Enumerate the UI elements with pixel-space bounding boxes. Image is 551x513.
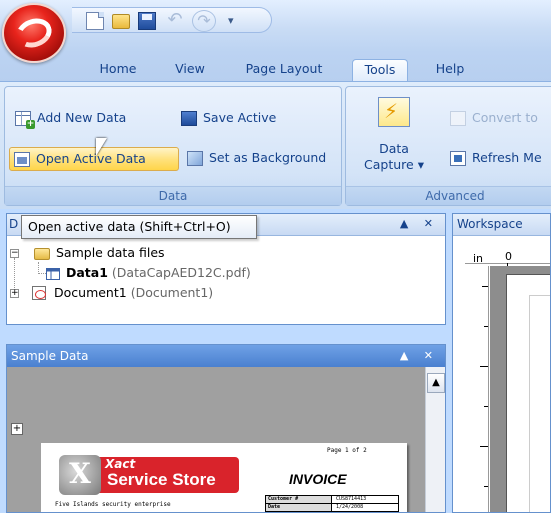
ruler-zero-label: 0 — [505, 250, 512, 263]
tree-item-document1[interactable]: Document1 (Document1) — [54, 284, 213, 302]
save-active-icon — [181, 111, 197, 126]
vertical-scrollbar[interactable]: ▲ — [425, 367, 445, 512]
document-page[interactable] — [506, 274, 550, 512]
table-icon — [46, 268, 60, 280]
sample-data-pane: Sample Data ▲ ✕ + X Xact Service Store P… — [6, 344, 446, 513]
invoice-tagline: Five Islands security enterprise — [55, 501, 171, 508]
background-icon — [187, 151, 203, 166]
tree-item-detail: (Document1) — [130, 285, 214, 300]
convert-to-label: Convert to — [472, 110, 538, 125]
new-document-icon[interactable] — [86, 12, 104, 30]
pane-title: Workspace — [453, 214, 550, 236]
pane-controls[interactable]: ▲ ✕ — [400, 345, 439, 367]
ruler-tick — [484, 326, 488, 327]
workspace-pane: Workspace in 0 — [452, 213, 551, 513]
tree-item-label: Document1 — [54, 285, 127, 300]
expand-icon[interactable]: + — [11, 423, 23, 435]
save-active-button[interactable]: Save Active — [177, 107, 276, 131]
vertical-ruler — [465, 266, 489, 512]
add-table-icon: + — [15, 111, 35, 129]
convert-icon — [450, 111, 466, 126]
tooltip: Open active data (Shift+Ctrl+O) — [21, 215, 257, 239]
tree-connector — [38, 262, 46, 274]
tree-item-detail: (DataCapAED12C.pdf) — [111, 265, 251, 280]
lightning-icon — [378, 97, 410, 127]
refresh-icon — [450, 151, 466, 166]
ruler-unit: in — [473, 252, 484, 265]
set-as-background-label: Set as Background — [209, 150, 327, 165]
undo-icon[interactable]: ↶ — [166, 11, 184, 30]
app-logo-icon — [12, 13, 56, 53]
page-margin — [529, 295, 550, 512]
tab-tools[interactable]: Tools — [352, 59, 408, 82]
open-active-data-label: Open Active Data — [36, 151, 146, 166]
x-logo-icon: X — [59, 455, 101, 495]
add-new-data-button[interactable]: + Add New Data — [11, 107, 126, 131]
pane-title: D — [9, 217, 19, 231]
ruler-tick — [484, 486, 488, 487]
ribbon-group-advanced: Data Capture ▾ Convert to Refresh Me Adv… — [345, 86, 551, 206]
expand-toggle-icon[interactable]: + — [10, 289, 19, 298]
invoice-preview: X Xact Service Store Page 1 of 2 INVOICE… — [41, 443, 407, 512]
document-icon — [32, 286, 46, 300]
invoice-page-number: Page 1 of 2 — [327, 447, 367, 454]
scroll-up-arrow-icon[interactable]: ▲ — [427, 373, 445, 393]
quick-access-toolbar: ↶ ↷ ▾ — [72, 7, 272, 33]
table-value: 1/24/2008 — [336, 504, 364, 510]
table-value: CUS8714413 — [336, 496, 367, 502]
ribbon-group-data: + Add New Data Save Active Open Active D… — [4, 86, 342, 206]
refresh-label: Refresh Me — [472, 150, 542, 165]
save-active-label: Save Active — [203, 110, 277, 125]
invoice-title: INVOICE — [289, 471, 347, 487]
tab-home[interactable]: Home — [92, 59, 144, 82]
ribbon: + Add New Data Save Active Open Active D… — [0, 81, 551, 209]
data-capture-label: Data — [379, 141, 409, 156]
application-menu-button[interactable] — [2, 3, 66, 63]
save-icon[interactable] — [138, 12, 156, 30]
tab-help[interactable]: Help — [428, 59, 472, 82]
customize-dropdown-icon[interactable]: ▾ — [228, 12, 246, 30]
ruler-tick — [480, 446, 488, 447]
pane-header: Sample Data ▲ ✕ — [7, 345, 445, 367]
add-new-data-label: Add New Data — [37, 110, 127, 125]
open-folder-icon[interactable] — [112, 14, 130, 29]
set-as-background-button[interactable]: Set as Background — [183, 147, 326, 171]
refresh-button[interactable]: Refresh Me — [446, 147, 542, 171]
ruler-tick — [484, 406, 488, 407]
tab-view[interactable]: View — [168, 59, 212, 82]
company-logo: X Xact Service Store — [59, 455, 239, 495]
workspace-canvas[interactable] — [490, 266, 550, 512]
redo-icon[interactable]: ↷ — [192, 10, 216, 32]
tree-item-label: Sample data files — [56, 245, 165, 260]
tree-item-data1[interactable]: Data1 (DataCapAED12C.pdf) — [66, 264, 251, 282]
tree-item-label: Data1 — [66, 265, 108, 280]
group-title-advanced: Advanced — [346, 186, 551, 205]
table-key: Customer # — [266, 496, 332, 503]
ribbon-tab-row: Home View Page Layout Tools Help — [0, 52, 551, 82]
open-active-icon — [14, 152, 30, 167]
pane-controls[interactable]: ▲ ✕ — [400, 217, 439, 230]
tree-item-sample-files[interactable]: Sample data files — [56, 244, 165, 262]
table-row: Date 1/24/2008 — [266, 504, 398, 512]
tab-page-layout[interactable]: Page Layout — [236, 59, 332, 82]
folder-icon — [34, 248, 50, 260]
pane-title: Sample Data — [11, 349, 89, 363]
convert-to-button[interactable]: Convert to — [446, 107, 538, 131]
logo-text-top: Xact — [105, 457, 136, 471]
table-key: Date — [266, 504, 332, 511]
logo-text-main: Service Store — [107, 470, 216, 489]
group-title-data: Data — [5, 186, 341, 205]
data-capture-button[interactable]: Data Capture ▾ — [360, 91, 428, 183]
horizontal-ruler: in 0 — [465, 240, 550, 271]
mouse-cursor-icon — [96, 138, 107, 156]
table-row: Customer # CUS8714413 — [266, 496, 398, 504]
invoice-info-table: Customer # CUS8714413 Date 1/24/2008 — [265, 495, 399, 512]
open-active-data-button[interactable]: Open Active Data — [9, 147, 179, 171]
ruler-tick — [482, 286, 488, 287]
data-capture-dropdown-label: Capture ▾ — [364, 157, 424, 172]
ruler-tick — [480, 366, 488, 367]
collapse-toggle-icon[interactable]: − — [10, 249, 19, 258]
